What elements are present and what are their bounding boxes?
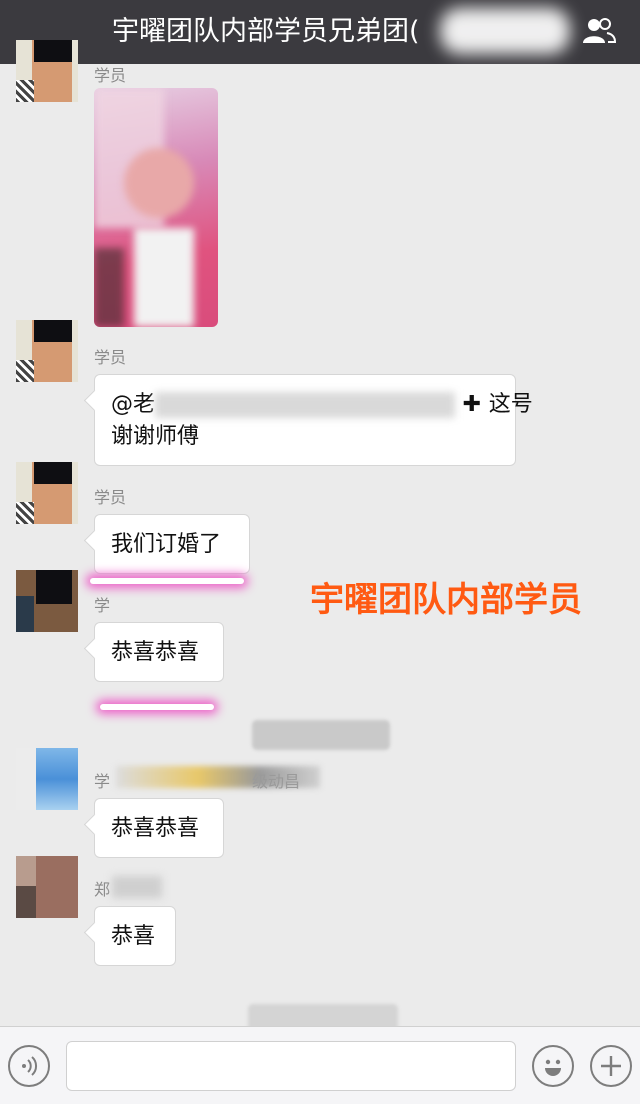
message-bubble[interactable]: 恭喜恭喜 [94, 622, 224, 682]
group-members-icon[interactable] [582, 16, 616, 46]
message-bubble[interactable]: @老 ✚ 这号 谢谢师傅 [94, 374, 533, 466]
redacted-title-part [440, 8, 570, 54]
voice-icon-glyph [22, 1056, 38, 1076]
sender-name: 学 [94, 772, 111, 791]
plus-glyph [601, 1056, 621, 1076]
plus-glyph-icon: ✚ [455, 392, 489, 417]
redacted-text [155, 392, 456, 418]
message-text: 恭喜 [111, 924, 156, 949]
timestamp-pill [252, 720, 390, 750]
chat-screen: 宇曜团队内部学员兄弟团( 学员 学员 @老 ✚ 这号 谢谢师傅 学员 我们订婚了… [0, 0, 640, 1104]
message-text-start: @老 [111, 392, 156, 417]
avatar[interactable] [16, 748, 78, 810]
sender-name: 学员 [94, 66, 127, 85]
message-text-end: 这号 [488, 392, 533, 417]
watermark-text: 宇曜团队内部学员 [310, 580, 582, 620]
message-text: 我们订婚了 [111, 532, 222, 557]
avatar[interactable] [16, 570, 78, 632]
message-text: 恭喜恭喜 [111, 640, 200, 665]
avatar[interactable] [16, 40, 78, 102]
sender-name: 学 [94, 596, 111, 615]
sender-name: 学员 [94, 488, 127, 507]
highlight-underline [90, 578, 244, 584]
message-bubble[interactable]: 恭喜恭喜 [94, 798, 224, 858]
chat-title: 宇曜团队内部学员兄弟团( [112, 16, 420, 47]
smiley-glyph [545, 1059, 561, 1076]
redacted-sender [112, 876, 162, 898]
highlight-underline [100, 704, 214, 710]
emoji-icon[interactable] [532, 1045, 574, 1087]
message-bubble[interactable]: 恭喜 [94, 906, 176, 966]
sender-name: 郑 [94, 880, 111, 899]
avatar[interactable] [16, 320, 78, 382]
message-text-line2: 谢谢师傅 [111, 424, 200, 449]
message-text: 恭喜恭喜 [111, 816, 200, 841]
avatar[interactable] [16, 462, 78, 524]
sender-name: 学员 [94, 348, 127, 367]
plus-icon[interactable] [590, 1045, 632, 1087]
voice-icon[interactable] [8, 1045, 50, 1087]
message-bubble[interactable]: 我们订婚了 [94, 514, 250, 574]
composer-bar [0, 1026, 640, 1104]
sender-name-tail: 级动昌 [252, 772, 301, 791]
shared-photo[interactable] [94, 88, 218, 327]
chat-header: 宇曜团队内部学员兄弟团( [0, 0, 640, 64]
avatar[interactable] [16, 856, 78, 918]
message-input[interactable] [66, 1041, 516, 1091]
